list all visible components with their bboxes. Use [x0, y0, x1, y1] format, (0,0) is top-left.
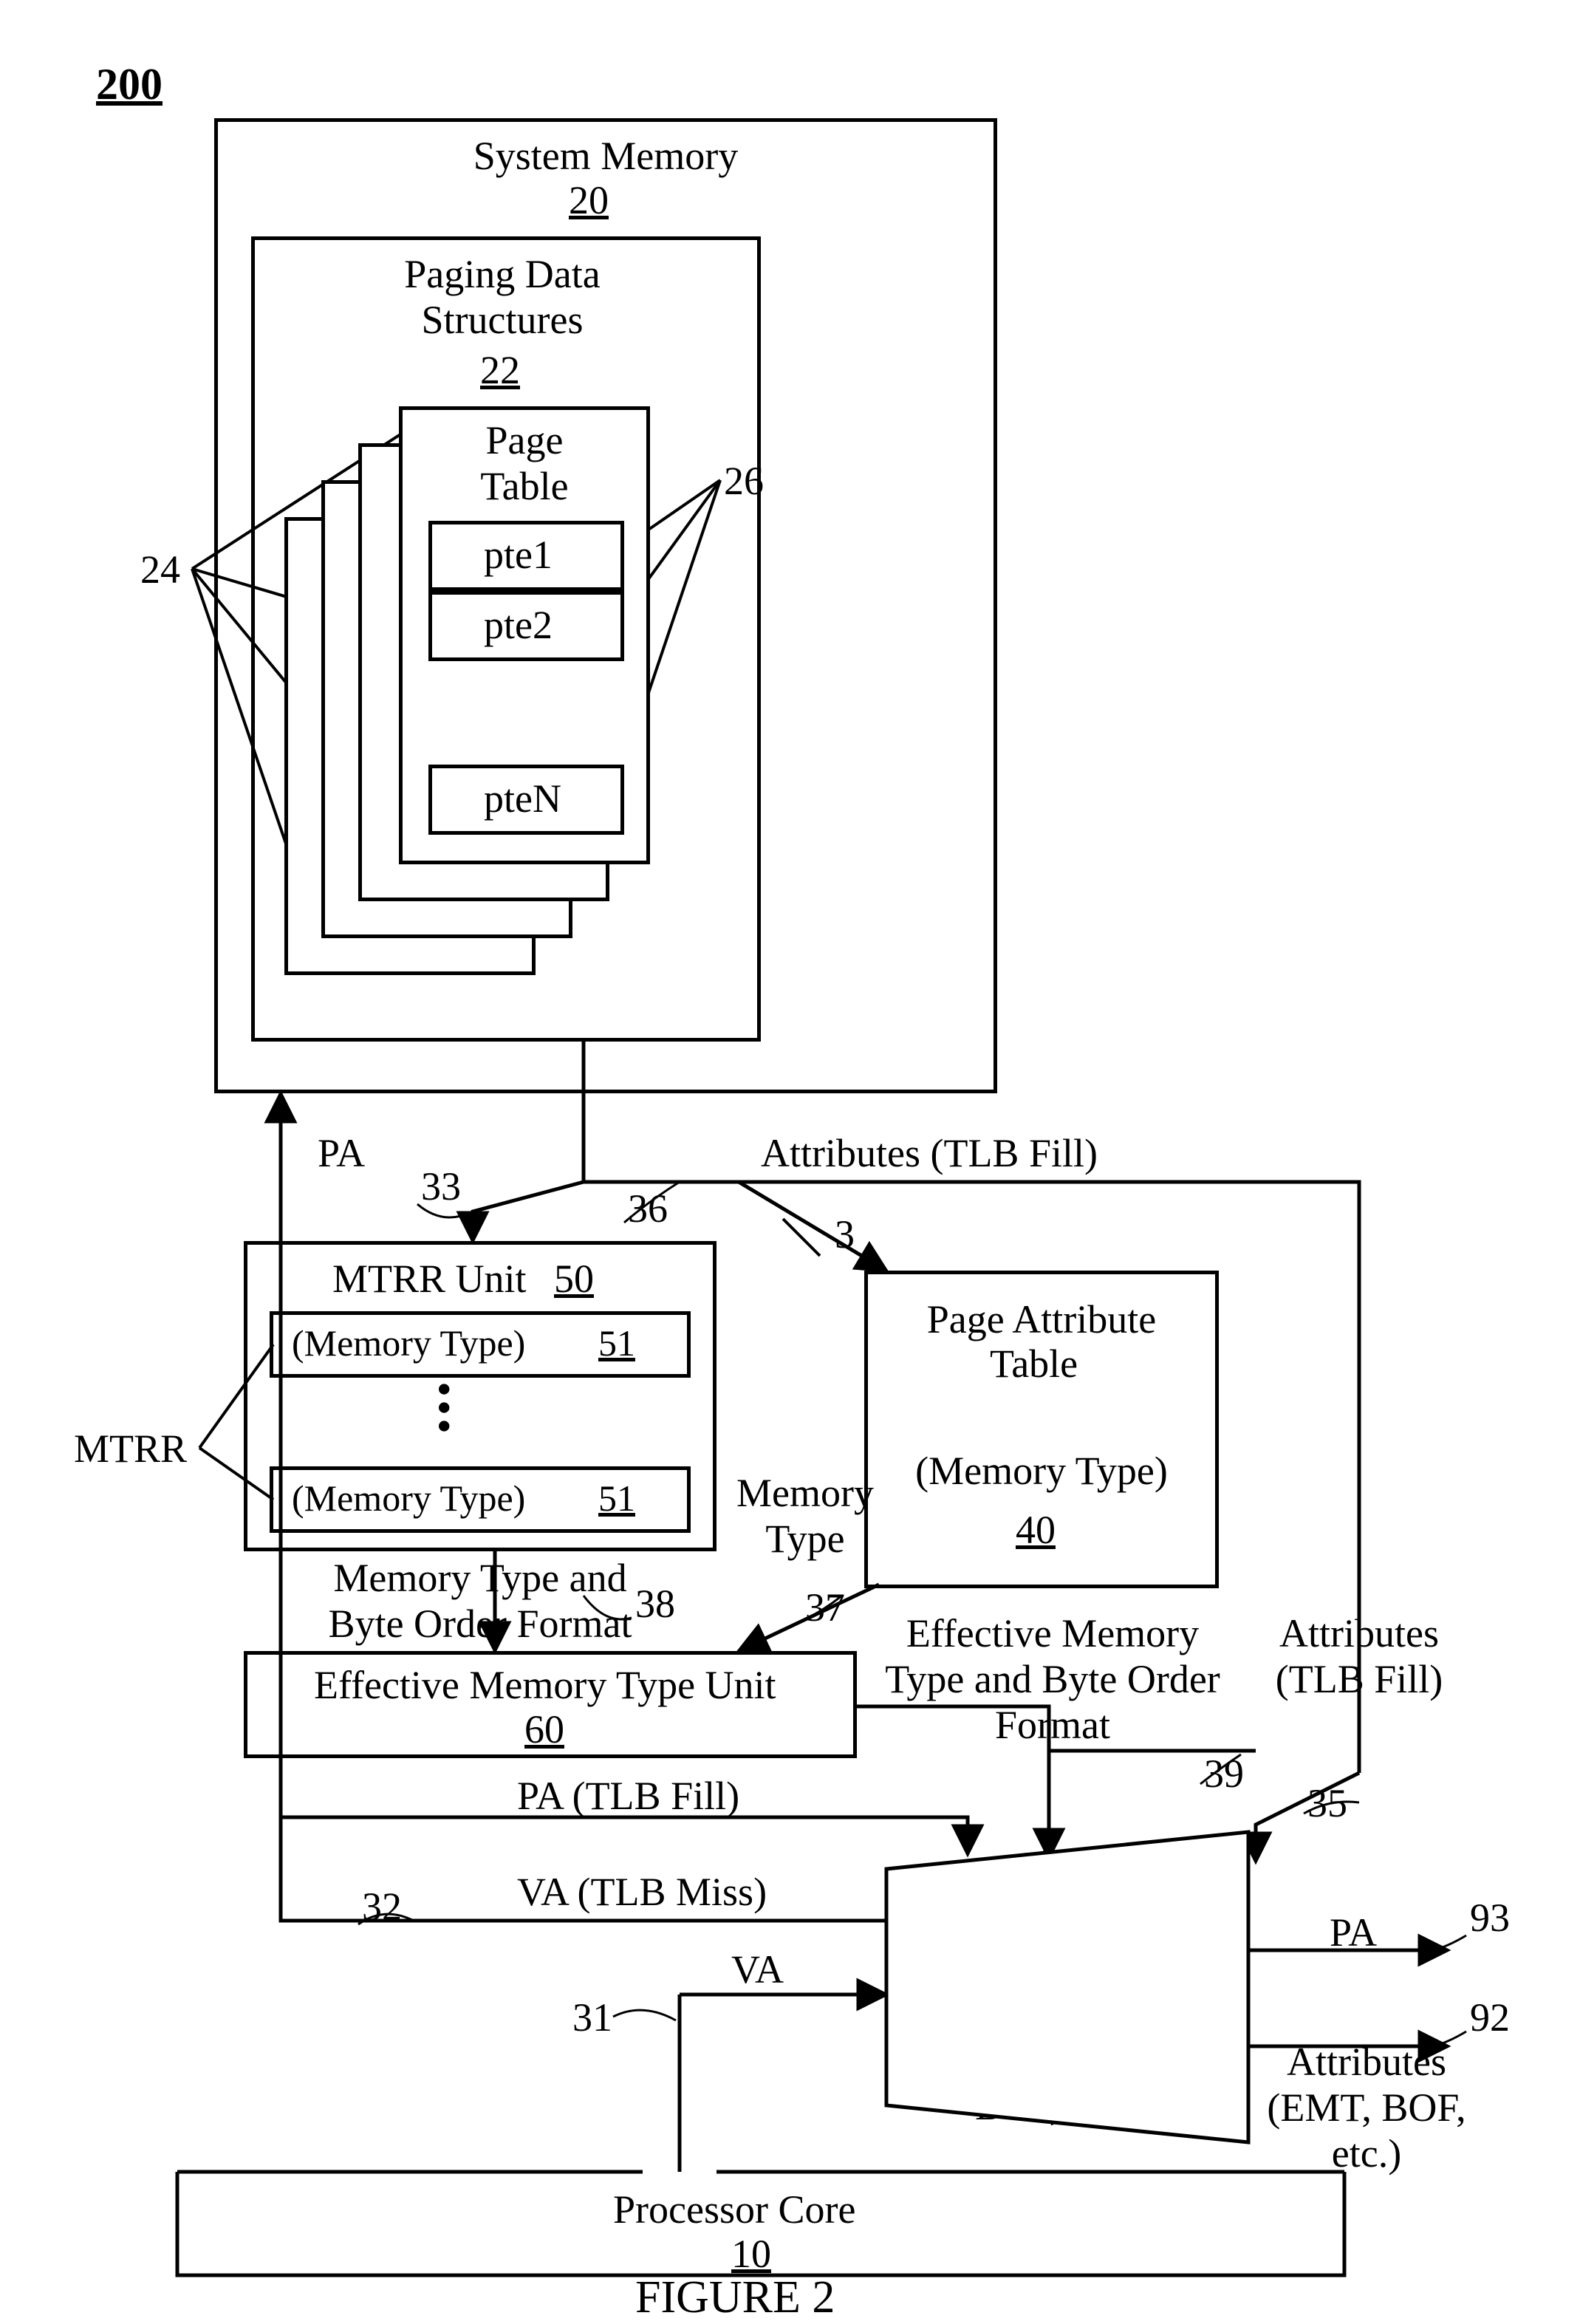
mtrr-unit-title: MTRR Unit [332, 1256, 527, 1302]
attr-tlb-fill-right: Attributes (TLB Fill) [1263, 1610, 1455, 1702]
paging-ds-title: Paging Data Structures [355, 251, 650, 343]
pat-line1: Page Attribute [909, 1296, 1174, 1342]
va-label: VA [731, 1947, 784, 1992]
mtbof-label: Memory Type and Byte Order Format [273, 1555, 687, 1647]
ref-93: 93 [1470, 1895, 1510, 1941]
ref-36: 36 [628, 1186, 668, 1231]
system-memory-title: System Memory [458, 133, 753, 179]
emt-unit-title: Effective Memory Type Unit [314, 1662, 776, 1708]
mtrr-side-label: MTRR [74, 1426, 187, 1472]
ref-31: 31 [572, 1995, 612, 2040]
pat-line2: Table [990, 1341, 1078, 1387]
mem-type-label: Memory Type [731, 1470, 879, 1562]
attributes-tlb-fill-top: Attributes (TLB Fill) [761, 1130, 1098, 1176]
paging-ds-ref: 22 [480, 347, 520, 393]
ref-34: 34 [1019, 1843, 1059, 1889]
mtrr-row-n-label: (Memory Type) [292, 1477, 525, 1520]
attr-out-label: Attributes (EMT, BOF, etc.) [1256, 2039, 1477, 2176]
pat-ref: 40 [1016, 1507, 1056, 1553]
ref-35: 35 [1307, 1780, 1347, 1826]
va-tlb-miss-label: VA (TLB Miss) [517, 1869, 767, 1915]
emt-unit-ref: 60 [524, 1706, 564, 1752]
system-memory-ref: 20 [569, 177, 609, 223]
ref-24: 24 [140, 547, 180, 592]
ref-37: 37 [805, 1585, 845, 1630]
ref-3: 3 [835, 1211, 855, 1257]
tlb-body2: Attributes (EMT, [912, 2039, 1186, 2085]
mtrr-unit-ref: 50 [554, 1256, 594, 1302]
mtrr-dots: ••• [418, 1381, 469, 1437]
ref-33: 33 [421, 1163, 461, 1209]
pte1-label: pte1 [484, 532, 553, 578]
tlb-ref: 30 [1038, 1935, 1078, 1981]
proc-core-ref: 10 [731, 2231, 771, 2277]
ref-39: 39 [1204, 1751, 1244, 1797]
page-table-title: Page Table [451, 417, 598, 509]
pat-line3: (Memory Type) [909, 1448, 1174, 1494]
ref-32: 32 [362, 1884, 402, 1930]
proc-core-title: Processor Core [613, 2187, 855, 2232]
ref-26: 26 [724, 458, 764, 504]
ref-92: 92 [1470, 1995, 1510, 2040]
pa-tlb-fill-label: PA (TLB Fill) [517, 1773, 739, 1819]
figure-label: FIGURE 2 [635, 2272, 835, 2324]
paging-ds-title-text: Paging Data Structures [404, 252, 600, 342]
pa-label-left: PA [318, 1130, 365, 1176]
tlb-body3: BOF, etc.) [975, 2083, 1139, 2129]
pa-out-label: PA [1330, 1910, 1377, 1955]
figure-ref: 200 [96, 59, 163, 110]
mtrr-row-n-ref: 51 [598, 1477, 635, 1520]
tlb-title: TLB [1027, 1891, 1102, 1937]
pte2-label: pte2 [484, 602, 553, 648]
mtrr-row-1-ref: 51 [598, 1322, 635, 1365]
tlb-body1: VA, PA, [968, 1995, 1098, 2040]
mtrr-row-1-label: (Memory Type) [292, 1322, 525, 1365]
pteN-label: pteN [484, 776, 561, 821]
ref-38: 38 [635, 1581, 675, 1627]
eff-mt-bof-label: Effective Memory Type and Byte Order For… [879, 1610, 1226, 1748]
